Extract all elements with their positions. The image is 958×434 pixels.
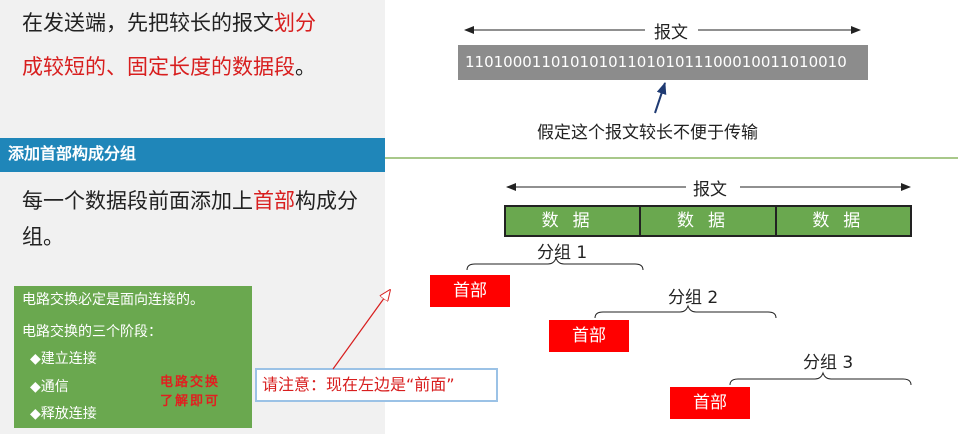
segments-label: 报文: [688, 175, 732, 200]
data-segment: 数据: [639, 207, 775, 235]
packet-3-label: 分组 3: [803, 353, 854, 373]
packet-3-header: 首部: [670, 387, 750, 419]
data-segments-row: 数据 数据 数据: [504, 205, 912, 237]
callout-pointer: [332, 290, 390, 370]
caption-pointer: [654, 82, 667, 114]
packet-1-header: 首部: [430, 275, 510, 307]
data-segment: 数据: [774, 207, 910, 235]
packet-2-header: 首部: [549, 320, 629, 352]
packet-3-brace: [729, 371, 912, 386]
data-segment: 数据: [506, 207, 640, 235]
packet-2-label: 分组 2: [668, 288, 719, 308]
message-bits-bar: 1101000110101010110101011100010011010010: [458, 45, 868, 80]
message-label: 报文: [649, 18, 693, 43]
message-caption: 假定这个报文较长不便于传输: [537, 123, 758, 143]
packet-1-label: 分组 1: [537, 243, 588, 263]
